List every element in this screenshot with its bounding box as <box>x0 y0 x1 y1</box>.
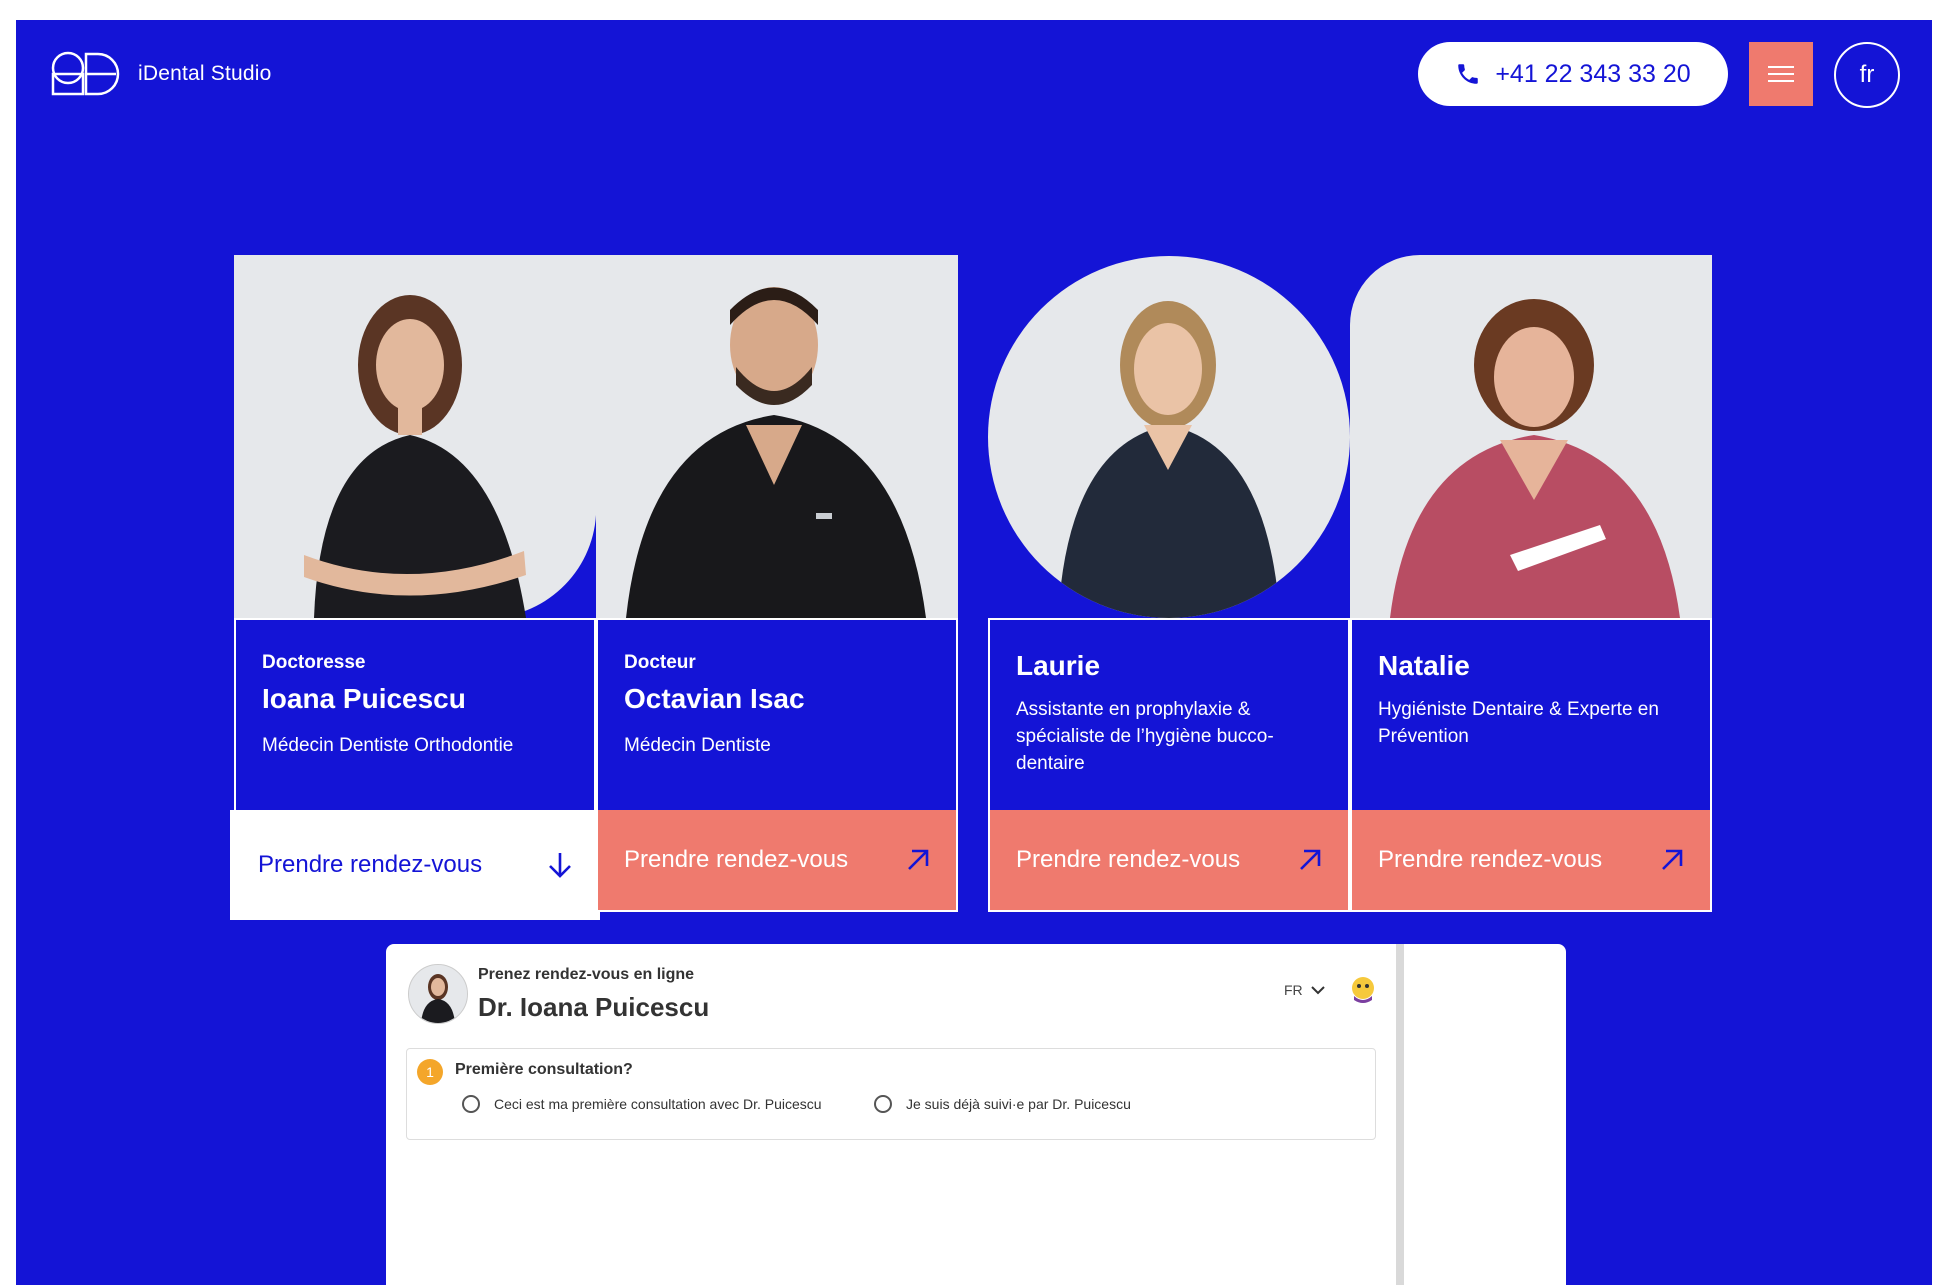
info-natalie: Natalie Hygiéniste Dentaire & Experte en… <box>1350 618 1712 812</box>
phone-icon <box>1458 64 1479 84</box>
team-card-natalie: Natalie Hygiéniste Dentaire & Experte en… <box>1350 255 1712 915</box>
member-name: Octavian Isac <box>624 683 805 714</box>
book-appointment-button-octavian[interactable]: Prendre rendez-vous <box>596 810 958 912</box>
hamburger-icon <box>1768 66 1794 82</box>
option-first-consultation[interactable]: Ceci est ma première consultation avec D… <box>462 1095 822 1113</box>
book-appointment-button-natalie[interactable]: Prendre rendez-vous <box>1350 810 1712 912</box>
mascot-icon <box>1348 974 1378 1009</box>
portrait-natalie <box>1350 255 1712 618</box>
language-button[interactable]: fr <box>1834 42 1900 108</box>
phone-button[interactable]: +41 22 343 33 20 <box>1418 42 1728 106</box>
photo-octavian <box>596 255 958 618</box>
portrait-laurie <box>988 255 1350 618</box>
booking-widget: Prenez rendez-vous en ligne Dr. Ioana Pu… <box>386 944 1566 1285</box>
phone-number: +41 22 343 33 20 <box>1495 59 1691 88</box>
widget-language-value: FR <box>1284 982 1303 998</box>
chevron-down-icon <box>1310 985 1325 994</box>
doctor-avatar <box>408 964 468 1024</box>
portrait-ioana <box>234 255 596 618</box>
widget-scrollbar[interactable] <box>1396 944 1404 1285</box>
logo[interactable]: iDental Studio <box>48 48 272 100</box>
photo-natalie <box>1350 255 1712 618</box>
member-specialty: Médecin Dentiste Orthodontie <box>262 735 514 756</box>
booking-subtitle: Prenez rendez-vous en ligne <box>478 966 695 983</box>
member-specialty: Hygiéniste Dentaire & Experte en Prévent… <box>1378 699 1659 747</box>
member-name: Ioana Puicescu <box>262 683 466 714</box>
logo-text: iDental Studio <box>138 62 272 85</box>
member-name: Laurie <box>1016 650 1101 681</box>
option-label: Je suis déjà suivi·e par Dr. Puicescu <box>906 1096 1131 1112</box>
member-specialty: Assistante en prophylaxie & spécialiste … <box>1016 699 1274 774</box>
cta-label: Prendre rendez-vous <box>1016 846 1241 873</box>
photo-laurie <box>988 255 1350 618</box>
booking-doctor-name: Dr. Ioana Puicescu <box>478 992 710 1022</box>
member-specialty: Médecin Dentiste <box>624 735 771 756</box>
photo-ioana <box>234 255 596 618</box>
option-already-followed[interactable]: Je suis déjà suivi·e par Dr. Puicescu <box>874 1095 1131 1113</box>
option-label: Ceci est ma première consultation avec D… <box>494 1096 822 1112</box>
book-appointment-button-laurie[interactable]: Prendre rendez-vous <box>988 810 1350 912</box>
role-label: Doctoresse <box>262 652 366 673</box>
cta-label: Prendre rendez-vous <box>1378 846 1603 873</box>
book-appointment-button-ioana[interactable]: Prendre rendez-vous <box>230 810 600 920</box>
info-octavian: Docteur Octavian Isac Médecin Dentiste <box>596 618 958 812</box>
radio-button[interactable] <box>874 1095 892 1113</box>
arrow-up-right-icon <box>1300 849 1321 870</box>
info-ioana: Doctoresse Ioana Puicescu Médecin Dentis… <box>234 618 596 812</box>
menu-button[interactable] <box>1749 42 1813 106</box>
team-card-octavian: Docteur Octavian Isac Médecin Dentiste P… <box>596 255 958 915</box>
arrow-up-right-icon <box>1662 849 1683 870</box>
member-name: Natalie <box>1378 650 1470 681</box>
info-laurie: Laurie Assistante en prophylaxie & spéci… <box>988 618 1350 812</box>
team-card-laurie: Laurie Assistante en prophylaxie & spéci… <box>988 255 1350 915</box>
question-box: 1 Première consultation? Ceci est ma pre… <box>406 1048 1376 1140</box>
widget-language-select[interactable]: FR <box>1284 982 1325 998</box>
team-card-ioana: Doctoresse Ioana Puicescu Médecin Dentis… <box>230 255 600 920</box>
portrait-octavian <box>596 255 958 618</box>
cta-label: Prendre rendez-vous <box>258 851 483 878</box>
logo-icon <box>51 51 120 96</box>
page: iDental Studio +41 22 343 33 20 fr Docto… <box>16 20 1932 1285</box>
role-label: Docteur <box>624 652 696 673</box>
question-title: Première consultation? <box>455 1061 633 1078</box>
question-number: 1 <box>417 1059 443 1085</box>
radio-button[interactable] <box>462 1095 480 1113</box>
arrow-up-right-icon <box>908 849 929 870</box>
arrow-down-icon <box>549 853 571 878</box>
cta-label: Prendre rendez-vous <box>624 846 849 873</box>
